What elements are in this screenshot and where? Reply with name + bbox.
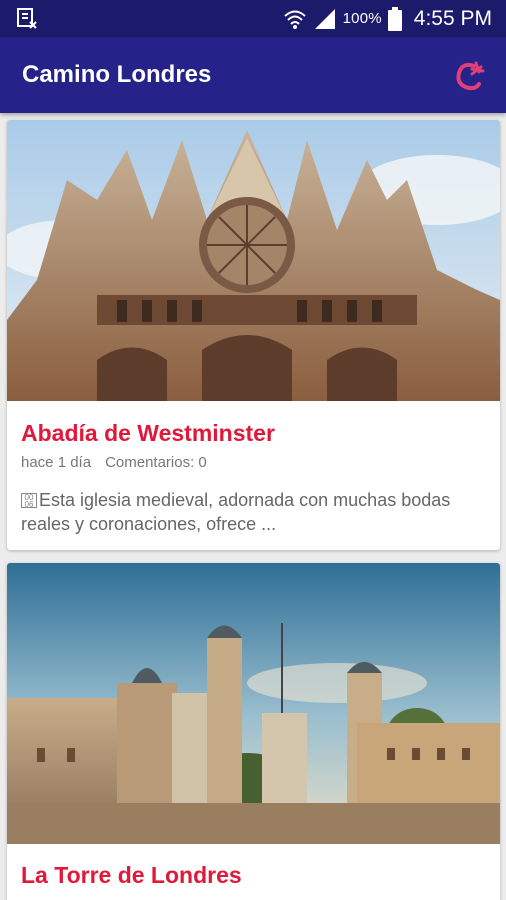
screen-record-icon — [17, 8, 37, 29]
wifi-icon — [283, 10, 306, 29]
post-title[interactable]: Abadía de Westminster — [21, 420, 275, 447]
signal-icon — [314, 8, 335, 29]
status-time: 4:55 PM — [413, 6, 492, 30]
app-logo-icon[interactable] — [452, 57, 486, 93]
post-title[interactable]: La Torre de Londres — [21, 862, 242, 889]
missing-glyph-icon: 00 06 — [21, 493, 37, 509]
post-card[interactable]: Abadía de Westminster hace 1 día Comentar… — [7, 120, 500, 550]
app-title: Camino Londres — [22, 61, 212, 88]
tower-of-london-photo[interactable] — [7, 563, 500, 844]
post-meta: hace 1 día Comentarios: 0 — [21, 454, 207, 471]
post-comments: Comentarios: 0 — [105, 454, 207, 471]
westminster-abbey-photo[interactable] — [7, 120, 500, 401]
app-bar: Camino Londres — [0, 37, 506, 113]
post-date: hace 1 día — [21, 454, 92, 471]
post-excerpt: 00 06 Esta iglesia medieval, adornada con … — [21, 488, 486, 536]
status-bar: 100% 4:55 PM — [0, 0, 506, 37]
post-excerpt-text: Esta iglesia medieval, adornada con much… — [21, 490, 451, 534]
battery-icon — [387, 6, 402, 31]
battery-level: 100% — [342, 10, 382, 27]
post-card[interactable]: La Torre de Londres — [7, 563, 500, 900]
